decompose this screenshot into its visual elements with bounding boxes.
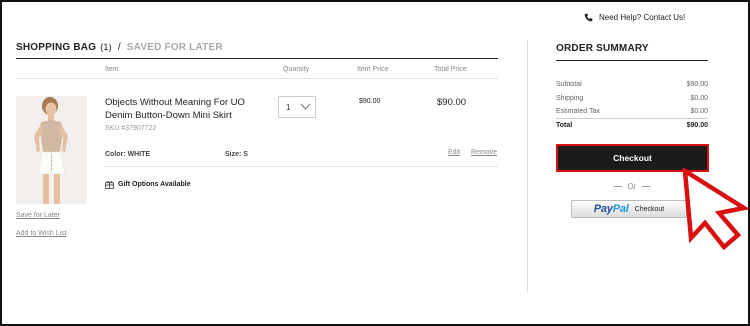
phone-icon	[584, 13, 593, 22]
product-photo	[16, 96, 87, 204]
header-divider	[16, 78, 498, 79]
item-divider	[105, 166, 498, 167]
order-summary-title: ORDER SUMMARY	[556, 43, 649, 54]
arrow-pointer-icon	[682, 168, 748, 250]
column-header-total-price: Total Price	[434, 66, 467, 73]
gift-options[interactable]: Gift Options Available	[105, 180, 191, 189]
quantity-select[interactable]: 1	[278, 96, 316, 118]
or-dash-right	[642, 186, 651, 187]
summary-row-subtotal: Subtotal $90.00	[556, 81, 708, 88]
paypal-checkout-button[interactable]: PayPal Checkout	[571, 200, 687, 218]
summary-label: Shipping	[556, 95, 584, 102]
product-image[interactable]	[16, 96, 87, 204]
remove-link[interactable]: Remove	[471, 149, 497, 156]
item-price: $90.00	[359, 98, 381, 105]
total-label: Total	[556, 122, 573, 129]
size-label: Size:	[225, 151, 242, 158]
quantity-value: 1	[286, 103, 291, 112]
color-value: WHITE	[127, 151, 151, 158]
product-name-link[interactable]: Objects Without Meaning For UO Denim But…	[105, 96, 255, 122]
summary-row-tax: Estimated Tax $0.00	[556, 108, 708, 115]
product-sku: SKU #37907722	[105, 125, 157, 132]
gift-icon	[105, 181, 114, 189]
summary-value: $0.00	[690, 108, 708, 115]
or-dash-left	[613, 186, 622, 187]
tab-separator: /	[117, 42, 121, 53]
total-value: $90.00	[686, 122, 708, 129]
color-label: Color:	[105, 151, 126, 158]
or-label: Or	[627, 182, 637, 191]
shopping-bag-header: SHOPPING BAG (1) / SAVED FOR LATER	[16, 42, 223, 53]
chevron-down-icon	[300, 103, 311, 110]
summary-label: Estimated Tax	[556, 108, 600, 115]
summary-row-total: Total $90.00	[556, 122, 708, 129]
summary-value: $90.00	[686, 81, 708, 88]
paypal-logo: PayPal	[593, 203, 629, 215]
column-divider	[527, 40, 528, 292]
size-value: S	[243, 151, 248, 158]
total-price: $90.00	[437, 97, 467, 108]
color-attribute: Color: WHITE	[105, 151, 150, 158]
paypal-checkout-label: Checkout	[634, 205, 665, 213]
summary-value: $0.00	[690, 95, 708, 102]
bag-header-rule	[16, 58, 498, 59]
help-text: Need Help? Contact Us!	[599, 13, 686, 22]
help-contact-link[interactable]: Need Help? Contact Us!	[584, 13, 685, 22]
edit-link[interactable]: Edit	[448, 149, 460, 156]
order-summary-rule	[556, 60, 708, 61]
size-attribute: Size: S	[225, 151, 248, 158]
saved-for-later-tab[interactable]: SAVED FOR LATER	[127, 42, 223, 53]
add-to-wish-list-link[interactable]: Add to Wish List	[16, 230, 67, 237]
summary-label: Subtotal	[556, 81, 582, 88]
save-for-later-link[interactable]: Save for Later	[16, 212, 60, 219]
summary-row-shipping: Shipping $0.00	[556, 95, 708, 102]
shopping-bag-tab[interactable]: SHOPPING BAG	[16, 42, 96, 53]
column-header-quantity: Quantity	[283, 66, 310, 73]
column-header-item: Item	[105, 66, 119, 73]
column-header-item-price: Item Price	[357, 66, 389, 73]
bag-count: (1)	[100, 42, 112, 52]
gift-options-label: Gift Options Available	[118, 181, 191, 188]
summary-divider	[556, 118, 708, 119]
